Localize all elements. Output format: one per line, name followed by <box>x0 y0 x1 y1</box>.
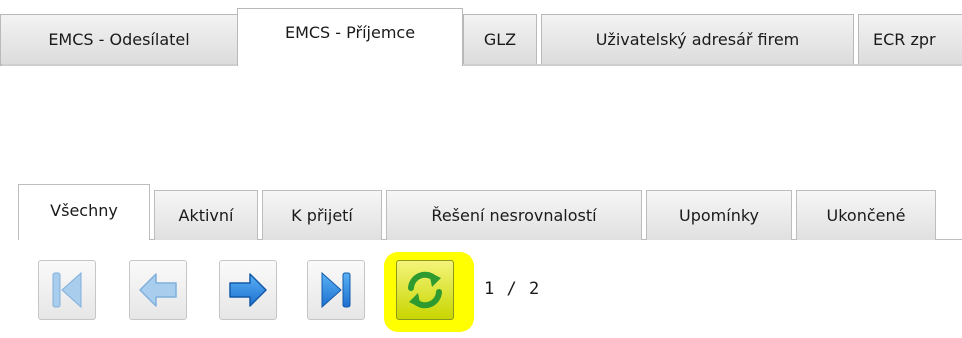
last-page-icon <box>321 271 351 309</box>
filter-tab-active[interactable]: Aktivní <box>154 190 258 240</box>
tab-emcs-sender-label: EMCS - Odesílatel <box>48 30 190 49</box>
filter-tab-reminders[interactable]: Upomínky <box>646 190 792 240</box>
tab-emcs-recipient[interactable]: EMCS - Příjemce <box>237 8 463 66</box>
tab-ecr[interactable]: ECR zpr <box>858 14 962 64</box>
filter-tab-to-accept[interactable]: K přijetí <box>262 190 382 240</box>
filter-tab-finished[interactable]: Ukončené <box>796 190 936 240</box>
first-page-icon <box>52 271 82 309</box>
filter-tab-discrepancy-label: Řešení nesrovnalostí <box>431 206 597 225</box>
refresh-button[interactable] <box>396 260 454 320</box>
previous-page-button[interactable] <box>129 260 187 320</box>
next-page-icon <box>229 273 267 307</box>
previous-page-icon <box>139 273 177 307</box>
tab-emcs-sender[interactable]: EMCS - Odesílatel <box>0 14 238 64</box>
next-page-button[interactable] <box>219 260 277 320</box>
filter-tab-reminders-label: Upomínky <box>679 206 759 225</box>
filter-tab-discrepancy[interactable]: Řešení nesrovnalostí <box>386 190 642 240</box>
main-tab-bar: EMCS - Odesílatel EMCS - Příjemce GLZ Už… <box>0 0 962 66</box>
filter-tab-all-label: Všechny <box>50 201 118 220</box>
page-indicator: 1 / 2 <box>484 279 541 299</box>
tab-glz[interactable]: GLZ <box>463 14 537 64</box>
filter-tab-to-accept-label: K přijetí <box>291 206 353 225</box>
last-page-button[interactable] <box>307 260 365 320</box>
refresh-icon <box>408 271 442 309</box>
filter-tab-active-label: Aktivní <box>178 206 234 225</box>
first-page-button[interactable] <box>38 260 96 320</box>
filter-tab-finished-label: Ukončené <box>826 206 906 225</box>
tab-address-book-label: Uživatelský adresář firem <box>595 30 800 49</box>
filter-tab-all[interactable]: Všechny <box>18 184 150 240</box>
tab-ecr-label: ECR zpr <box>873 30 936 49</box>
tab-emcs-recipient-label: EMCS - Příjemce <box>284 23 416 42</box>
main-tab-bar-baseline <box>0 64 962 66</box>
tab-address-book[interactable]: Uživatelský adresář firem <box>541 14 854 64</box>
tab-glz-label: GLZ <box>483 30 517 49</box>
